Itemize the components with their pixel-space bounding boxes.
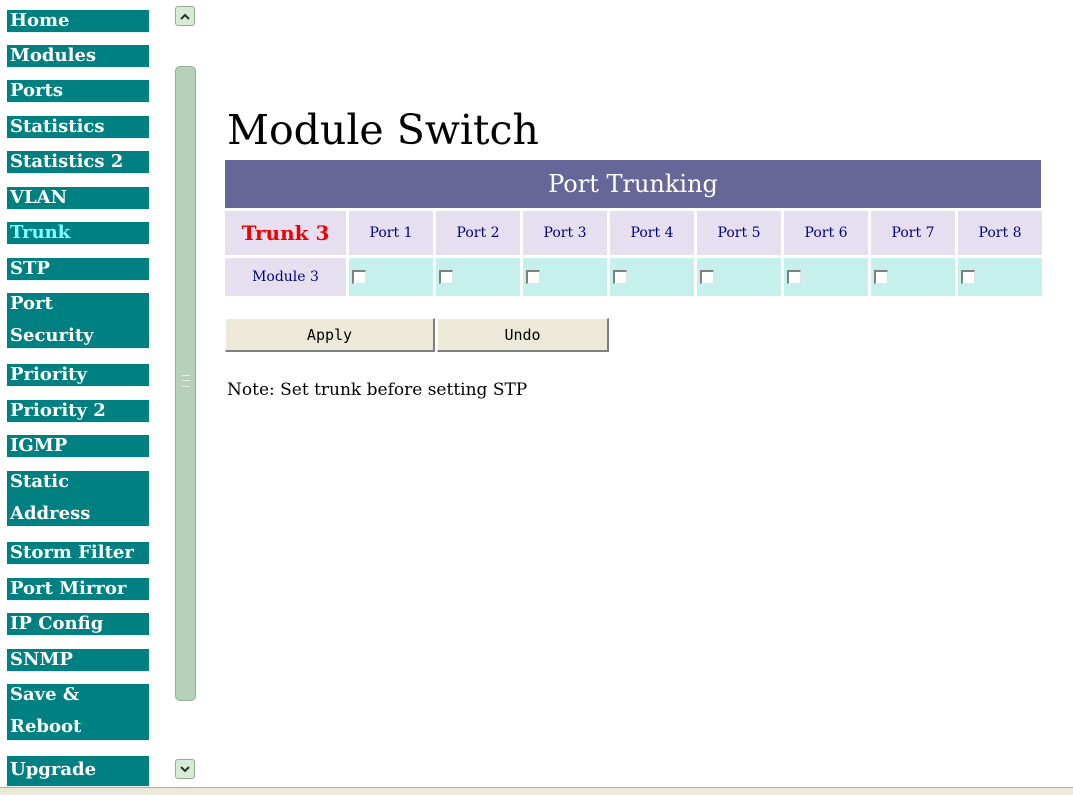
nav-item-trunk[interactable]: Trunk xyxy=(7,222,149,245)
nav-item-ports[interactable]: Ports xyxy=(7,80,149,103)
port-2-checkbox[interactable] xyxy=(439,270,453,284)
port-header: Port 2 xyxy=(436,211,520,255)
module-label: Module 3 xyxy=(225,258,346,296)
checkbox-cell xyxy=(436,258,520,296)
nav-item-modules[interactable]: Modules xyxy=(7,45,149,68)
port-6-checkbox[interactable] xyxy=(787,270,801,284)
nav-item-snmp[interactable]: SNMP xyxy=(7,649,149,672)
scroll-down-button[interactable] xyxy=(175,759,195,779)
port-8-checkbox[interactable] xyxy=(961,270,975,284)
note-text: Note: Set trunk before setting STP xyxy=(227,380,528,400)
table-header: Port Trunking xyxy=(225,160,1041,208)
page-title: Module Switch xyxy=(227,106,539,154)
window-bottom-edge xyxy=(0,787,1073,795)
port-4-checkbox[interactable] xyxy=(613,270,627,284)
nav-scrollbar[interactable] xyxy=(172,0,200,787)
nav-item-static-address-line1[interactable]: Static xyxy=(7,471,149,500)
nav-item-priority[interactable]: Priority xyxy=(7,364,149,387)
nav-item-vlan[interactable]: VLAN xyxy=(7,187,149,210)
nav-item-port-security-line1[interactable]: Port xyxy=(7,293,149,322)
nav-item-priority-2[interactable]: Priority 2 xyxy=(7,400,149,423)
scroll-up-button[interactable] xyxy=(175,6,195,26)
checkbox-cell xyxy=(349,258,433,296)
nav-item-upgrade[interactable]: Upgrade xyxy=(7,756,149,787)
port-header: Port 7 xyxy=(871,211,955,255)
checkbox-cell xyxy=(610,258,694,296)
trunk-label-cell: Trunk 3 xyxy=(225,211,346,255)
scroll-thumb[interactable] xyxy=(175,66,196,701)
nav-item-port-mirror[interactable]: Port Mirror xyxy=(7,578,149,601)
nav-frame: Home Modules Ports Statistics Statistics… xyxy=(0,0,172,787)
checkbox-cell xyxy=(784,258,868,296)
port-3-checkbox[interactable] xyxy=(526,270,540,284)
nav-item-igmp[interactable]: IGMP xyxy=(7,435,149,458)
nav-item-ip-config[interactable]: IP Config xyxy=(7,613,149,636)
port-header: Port 3 xyxy=(523,211,607,255)
nav-item-storm-filter[interactable]: Storm Filter xyxy=(7,542,149,565)
checkbox-cell xyxy=(697,258,781,296)
nav-item-home[interactable]: Home xyxy=(7,10,149,33)
port-header: Port 4 xyxy=(610,211,694,255)
nav-item-static-address-line2[interactable]: Address xyxy=(7,500,149,527)
checkbox-cell xyxy=(523,258,607,296)
nav-item-stp[interactable]: STP xyxy=(7,258,149,281)
apply-button[interactable]: Apply xyxy=(225,318,435,352)
chevron-down-icon xyxy=(180,765,190,773)
port-trunking-table: Port Trunking Trunk 3 Port 1 Port 2 Port… xyxy=(225,160,1042,296)
checkbox-cell xyxy=(958,258,1042,296)
port-header-row: Trunk 3 Port 1 Port 2 Port 3 Port 4 Port… xyxy=(225,211,1042,255)
scroll-grip-icon xyxy=(182,375,190,387)
nav-item-statistics-2[interactable]: Statistics 2 xyxy=(7,151,149,174)
nav-item-save-reboot-line2[interactable]: Reboot xyxy=(7,713,149,741)
port-header: Port 5 xyxy=(697,211,781,255)
checkbox-cell xyxy=(871,258,955,296)
port-5-checkbox[interactable] xyxy=(700,270,714,284)
chevron-up-icon xyxy=(180,13,190,20)
nav-item-save-reboot-line1[interactable]: Save & xyxy=(7,684,149,713)
port-1-checkbox[interactable] xyxy=(352,270,366,284)
undo-button[interactable]: Undo xyxy=(437,318,609,352)
port-header: Port 1 xyxy=(349,211,433,255)
port-header: Port 6 xyxy=(784,211,868,255)
nav-item-statistics[interactable]: Statistics xyxy=(7,116,149,139)
nav-item-port-security-line2[interactable]: Security xyxy=(7,322,149,349)
port-header: Port 8 xyxy=(958,211,1042,255)
trunk-label: Trunk 3 xyxy=(241,221,330,245)
port-7-checkbox[interactable] xyxy=(874,270,888,284)
module-row: Module 3 xyxy=(225,258,1042,296)
